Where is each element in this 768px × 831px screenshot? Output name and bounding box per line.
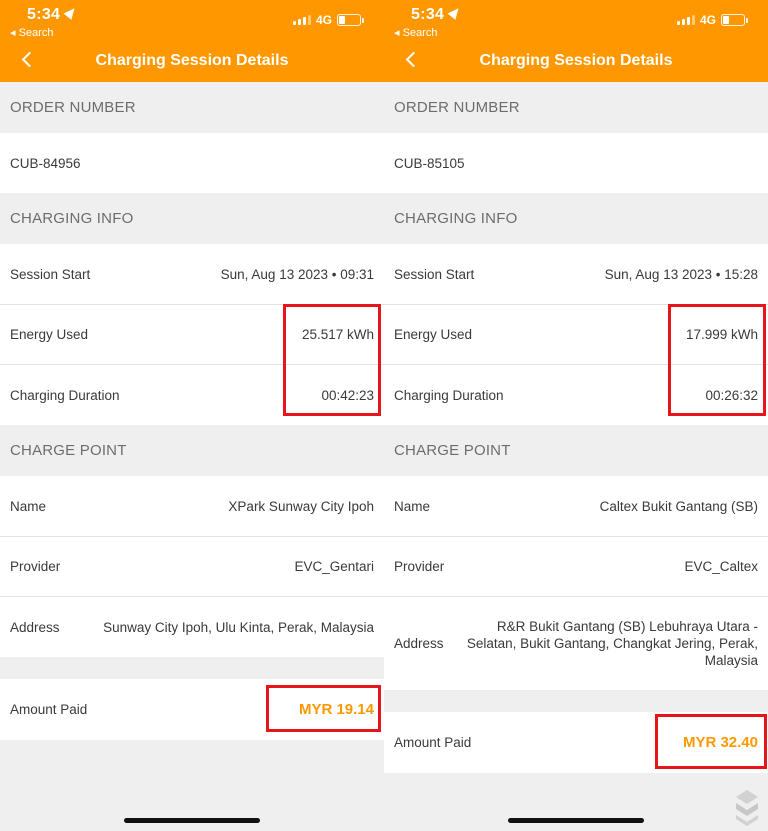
nav-header: 5:34 ◂ Search 4G 27 Charging Session Det… [384,0,768,82]
highlight-box-energy-duration [283,304,381,416]
watermark-logo-icon [736,790,758,826]
status-time: 5:34 [27,5,79,24]
address-label: Address [10,619,60,635]
battery-icon: 27 [337,14,361,26]
cellular-signal-icon [292,15,311,25]
session-start-value: Sun, Aug 13 2023 • 09:31 [220,266,374,282]
page-title: Charging Session Details [95,52,289,69]
status-indicators: 4G 27 [292,12,364,28]
highlight-box-amount [266,685,381,732]
cellular-signal-icon [676,15,695,25]
session-start-label: Session Start [10,266,91,282]
charging-duration-label: Charging Duration [394,387,504,403]
provider-value: EVC_Caltex [684,559,758,574]
session-start-row: Session Start Sun, Aug 13 2023 • 15:28 [384,244,768,305]
charge-point-name-row: Name XPark Sunway City Ipoh [0,476,384,537]
battery-icon: 27 [721,14,745,26]
address-row: Address Sunway City Ipoh, Ulu Kinta, Per… [0,597,384,657]
home-indicator [508,818,644,823]
nav-header: 5:34 ◂ Search 4G 27 Charging Session Det… [0,0,384,82]
section-order-number: ORDER NUMBER [10,99,136,116]
network-type: 4G [699,13,716,27]
page-title: Charging Session Details [479,52,673,69]
address-line: Selatan, Bukit Gantang, Changkat Jering,… [466,636,758,651]
order-number-row: CUB-84956 [0,133,384,193]
back-to-search-link[interactable]: ◂ Search [10,26,53,39]
order-number-row: CUB-85105 [384,133,768,193]
order-number-value: CUB-85105 [394,155,465,171]
provider-row: Provider EVC_Caltex [384,537,768,597]
energy-used-label: Energy Used [394,327,473,342]
home-indicator [124,818,260,823]
charge-point-name-label: Name [10,498,47,514]
session-start-value: Sun, Aug 13 2023 • 15:28 [604,266,758,282]
address-line: Malaysia [704,653,758,668]
location-arrow-icon [63,5,79,20]
provider-label: Provider [10,559,61,574]
section-charge-point: CHARGE POINT [10,442,127,459]
location-arrow-icon [447,5,463,20]
amount-paid-label: Amount Paid [394,735,472,750]
address-label: Address [394,636,444,651]
provider-row: Provider EVC_Gentari [0,537,384,597]
charge-point-name-value: Caltex Bukit Gantang (SB) [599,498,758,514]
charge-point-name-value: XPark Sunway City Ipoh [228,498,374,514]
highlight-box-amount [655,714,767,769]
address-line: R&R Bukit Gantang (SB) Lebuhraya Utara - [496,619,758,634]
battery-nub [746,17,748,23]
provider-value: EVC_Gentari [294,559,374,574]
status-indicators: 4G 27 [676,12,748,28]
address-value: Sunway City Ipoh, Ulu Kinta, Perak, Mala… [103,619,374,635]
section-charging-info: CHARGING INFO [394,210,518,227]
section-charge-point: CHARGE POINT [394,442,511,459]
status-time: 5:34 [411,5,463,24]
battery-nub [362,17,364,23]
battery-level: 27 [728,15,738,25]
back-to-search-link[interactable]: ◂ Search [394,26,437,39]
section-charging-info: CHARGING INFO [10,210,134,227]
energy-used-label: Energy Used [10,327,89,342]
amount-paid-label: Amount Paid [10,702,88,717]
section-order-number: ORDER NUMBER [394,99,520,116]
address-row: Address R&R Bukit Gantang (SB) Lebuhraya… [384,597,768,690]
order-number-value: CUB-84956 [10,155,81,171]
charge-point-name-row: Name Caltex Bukit Gantang (SB) [384,476,768,537]
battery-level: 27 [344,15,354,25]
highlight-box-energy-duration [668,304,766,416]
charging-duration-label: Charging Duration [10,387,120,403]
session-details-screen-right: 5:34 ◂ Search 4G 27 Charging Session Det… [384,0,768,831]
session-start-row: Session Start Sun, Aug 13 2023 • 09:31 [0,244,384,305]
network-type: 4G [315,13,332,27]
address-value: R&R Bukit Gantang (SB) Lebuhraya Utara -… [453,618,758,669]
provider-label: Provider [394,559,445,574]
session-details-screen-left: 5:34 ◂ Search 4G 27 Charging Session Det… [0,0,384,831]
session-start-label: Session Start [394,266,475,282]
charge-point-name-label: Name [394,498,431,514]
